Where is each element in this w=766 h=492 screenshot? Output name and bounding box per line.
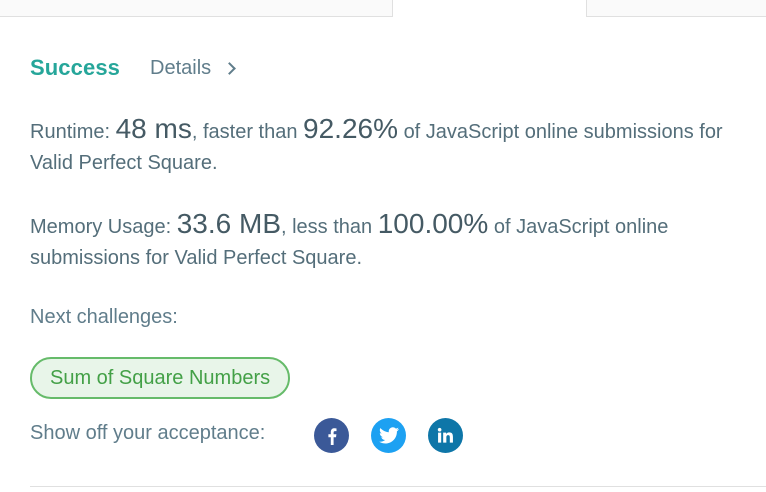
result-status-row: Success Details (30, 52, 237, 84)
memory-percent: 100.00% (377, 208, 489, 239)
next-challenges-label: Next challenges: (30, 306, 178, 328)
tab-left[interactable] (0, 0, 393, 17)
twitter-icon (378, 427, 399, 444)
memory-summary: Memory Usage: 33.6 MB, less than 100.00%… (30, 208, 750, 274)
status-success-label: Success (30, 55, 120, 80)
facebook-icon (327, 427, 336, 445)
details-link-label: Details (150, 56, 212, 79)
tab-right[interactable] (586, 0, 766, 17)
runtime-label: Runtime: (30, 121, 111, 143)
memory-label: Memory Usage: (30, 216, 172, 238)
submission-result-panel: Success Details Runtime: 48 ms, faster t… (0, 0, 766, 492)
chevron-right-icon (223, 62, 237, 75)
tab-active[interactable] (393, 0, 586, 17)
tab-strip (0, 0, 766, 17)
share-label: Show off your acceptance: (30, 422, 266, 444)
facebook-share-button[interactable] (314, 418, 349, 453)
runtime-value: 48 ms (115, 113, 192, 144)
runtime-comparison: , faster than (191, 121, 298, 143)
runtime-percent: 92.26% (303, 113, 398, 144)
linkedin-icon (437, 427, 453, 443)
memory-value: 33.6 MB (176, 208, 281, 239)
twitter-share-button[interactable] (371, 418, 406, 453)
linkedin-share-button[interactable] (428, 418, 463, 453)
details-link[interactable]: Details (150, 56, 237, 80)
memory-comparison: , less than (281, 216, 373, 238)
runtime-summary: Runtime: 48 ms, faster than 92.26% of Ja… (30, 113, 750, 179)
bottom-divider (30, 486, 766, 487)
challenge-link-sum-of-square-numbers[interactable]: Sum of Square Numbers (30, 357, 291, 399)
